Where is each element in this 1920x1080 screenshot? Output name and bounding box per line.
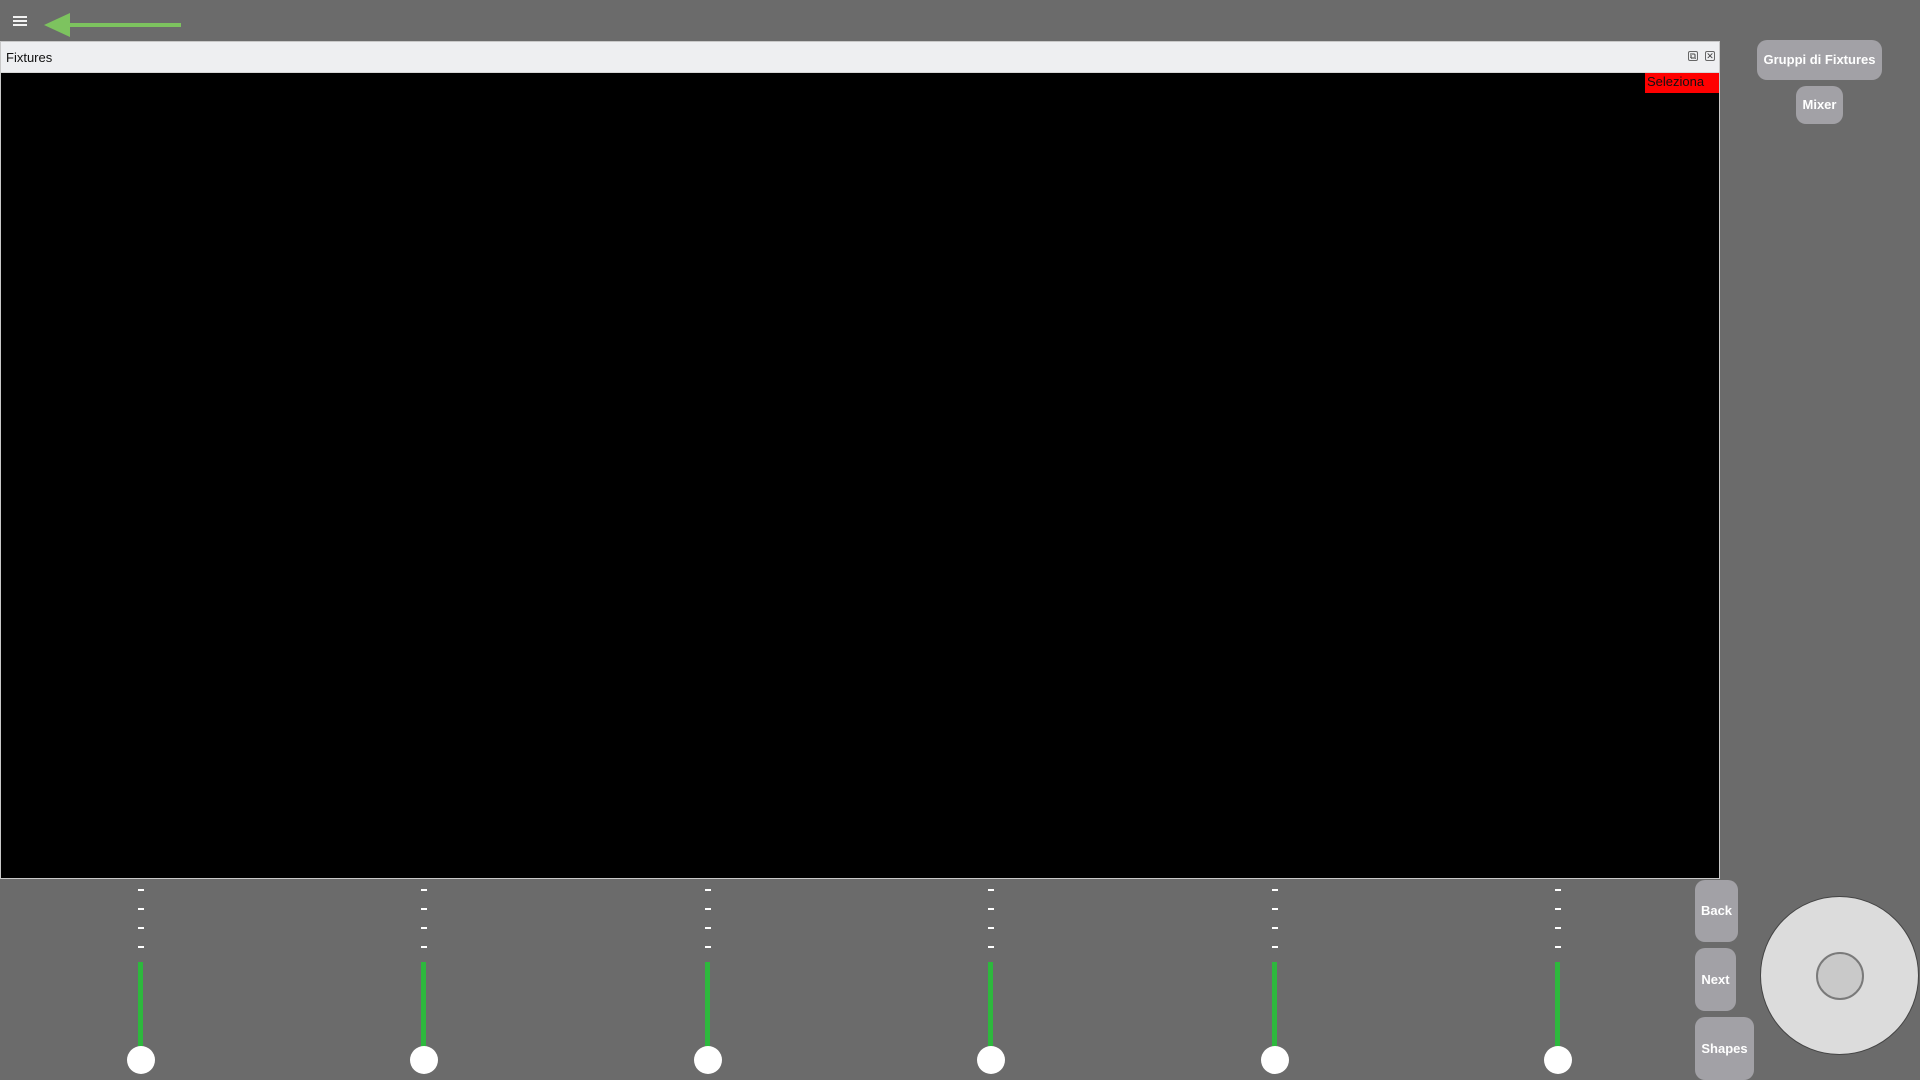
fader-label <box>705 908 711 910</box>
fader-label <box>421 946 427 948</box>
fader-knob[interactable] <box>1261 1046 1289 1074</box>
fader-label <box>138 908 144 910</box>
fader-label <box>1272 927 1278 929</box>
fader-track[interactable] <box>705 962 710 1050</box>
fader-label <box>421 908 427 910</box>
fader-track[interactable] <box>1555 962 1560 1050</box>
fader-track[interactable] <box>421 962 426 1050</box>
close-window-icon[interactable]: ✕ <box>1705 51 1715 61</box>
fader-label <box>1555 889 1561 891</box>
menu-bar <box>13 24 27 26</box>
fader-label <box>705 927 711 929</box>
shapes-button[interactable]: Shapes <box>1695 1017 1754 1080</box>
fader-label <box>988 908 994 910</box>
select-button[interactable]: Seleziona <box>1645 73 1719 93</box>
fader-label <box>988 946 994 948</box>
fader-label <box>1555 927 1561 929</box>
fader-3[interactable] <box>688 882 728 1080</box>
fader-2[interactable] <box>404 882 444 1080</box>
fixtures-canvas[interactable]: Seleziona <box>1 73 1719 878</box>
window-titlebar[interactable]: Fixtures ⧉ ✕ <box>1 42 1719 73</box>
joystick-knob[interactable] <box>1816 952 1864 1000</box>
fader-label <box>138 889 144 891</box>
fader-label <box>138 946 144 948</box>
fader-knob[interactable] <box>1544 1046 1572 1074</box>
window-title: Fixtures <box>6 50 53 65</box>
fixture-groups-button[interactable]: Gruppi di Fixtures <box>1757 40 1882 80</box>
fixtures-window: Fixtures ⧉ ✕ Seleziona <box>0 41 1720 879</box>
left-arrow-icon <box>44 13 181 37</box>
fader-label <box>705 889 711 891</box>
fader-label <box>138 927 144 929</box>
restore-window-icon[interactable]: ⧉ <box>1688 51 1698 61</box>
fader-5[interactable] <box>1255 882 1295 1080</box>
fader-label <box>988 889 994 891</box>
fader-track[interactable] <box>138 962 143 1050</box>
fader-label <box>705 946 711 948</box>
fader-knob[interactable] <box>694 1046 722 1074</box>
fader-track[interactable] <box>1272 962 1277 1050</box>
fader-label <box>1272 908 1278 910</box>
fader-track[interactable] <box>988 962 993 1050</box>
fader-label <box>1555 908 1561 910</box>
fader-knob[interactable] <box>410 1046 438 1074</box>
fader-label <box>1272 946 1278 948</box>
fader-label <box>988 927 994 929</box>
joystick-pad[interactable] <box>1760 896 1919 1055</box>
fader-label <box>421 889 427 891</box>
fader-1[interactable] <box>121 882 161 1080</box>
back-button[interactable]: Back <box>1695 880 1738 942</box>
fader-knob[interactable] <box>127 1046 155 1074</box>
menu-bar <box>13 16 27 18</box>
mixer-button[interactable]: Mixer <box>1796 86 1843 124</box>
fader-6[interactable] <box>1538 882 1578 1080</box>
fader-label <box>421 927 427 929</box>
fader-knob[interactable] <box>977 1046 1005 1074</box>
next-button[interactable]: Next <box>1695 948 1736 1011</box>
menu-bar <box>13 20 27 22</box>
fader-label <box>1272 889 1278 891</box>
fader-4[interactable] <box>971 882 1011 1080</box>
fader-label <box>1555 946 1561 948</box>
hamburger-menu-icon[interactable] <box>13 16 27 28</box>
